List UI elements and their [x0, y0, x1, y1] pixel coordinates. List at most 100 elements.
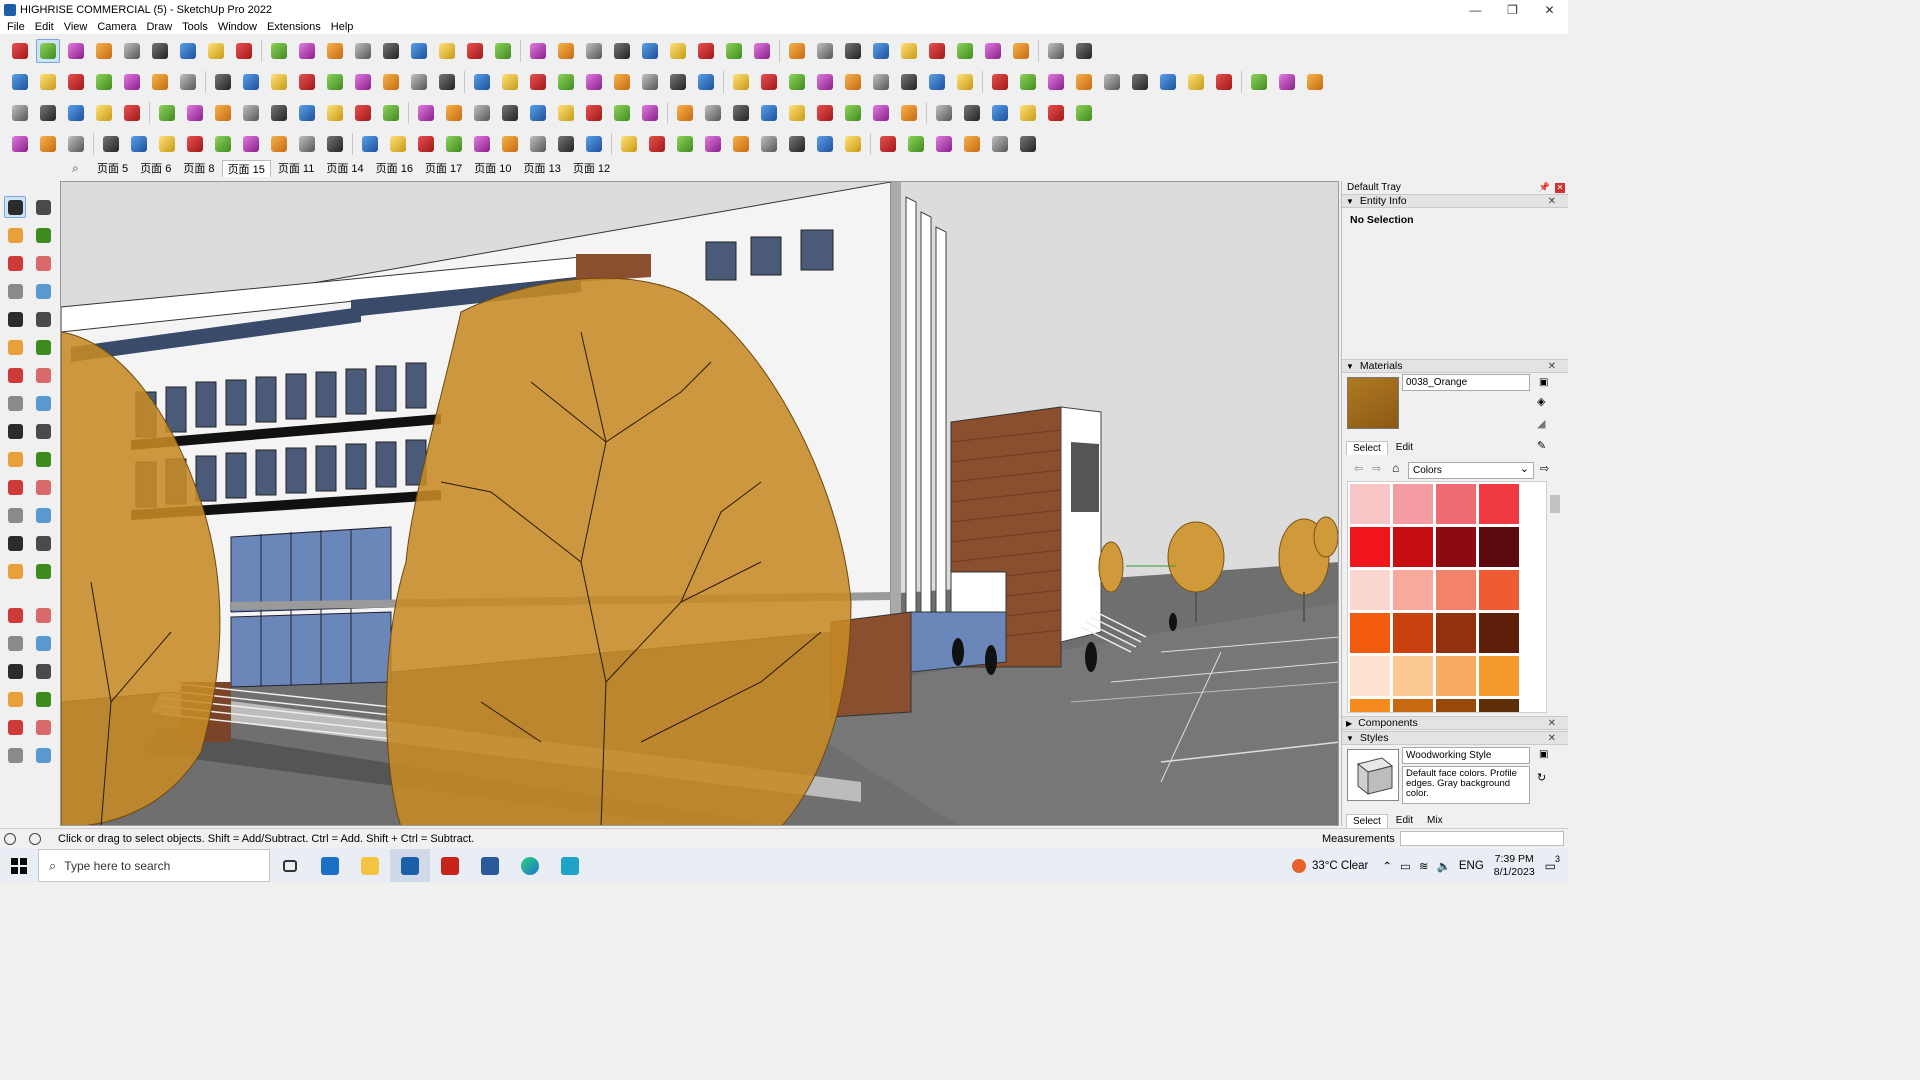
- menu-file[interactable]: File: [2, 21, 30, 33]
- sandbox-icon[interactable]: [491, 39, 515, 63]
- material-swatch[interactable]: [1479, 656, 1519, 696]
- material-swatch[interactable]: [1350, 570, 1390, 610]
- pan-icon[interactable]: [960, 101, 984, 125]
- current-material-swatch[interactable]: [1347, 377, 1399, 429]
- circle-icon[interactable]: [4, 336, 26, 358]
- menu-view[interactable]: View: [59, 21, 93, 33]
- material-swatch[interactable]: [1393, 613, 1433, 653]
- follow-me-icon[interactable]: [32, 420, 54, 442]
- scene-tab[interactable]: 页面 14: [321, 160, 368, 176]
- select-icon[interactable]: [8, 39, 32, 63]
- paint-icon[interactable]: [1009, 39, 1033, 63]
- style-name-field[interactable]: Woodworking Style: [1402, 747, 1530, 764]
- solid-tools-icon[interactable]: [470, 70, 494, 94]
- previous-view-icon[interactable]: [32, 632, 54, 654]
- rotate-icon[interactable]: [204, 39, 228, 63]
- language-indicator[interactable]: ENG: [1459, 860, 1484, 872]
- section-icon[interactable]: [295, 132, 319, 156]
- push-pull-icon[interactable]: [841, 39, 865, 63]
- close-tray-icon[interactable]: ✕: [1555, 182, 1565, 193]
- back-arrow-icon[interactable]: ⇦: [1354, 462, 1363, 475]
- orbit-icon[interactable]: [4, 560, 26, 582]
- tape-icon[interactable]: [99, 132, 123, 156]
- text-icon[interactable]: [127, 132, 151, 156]
- tape-icon[interactable]: [211, 70, 235, 94]
- paint-icon[interactable]: [323, 39, 347, 63]
- solid-tools-icon[interactable]: [526, 39, 550, 63]
- paint-icon[interactable]: [155, 132, 179, 156]
- notification-icon[interactable]: ▭ 3: [1545, 854, 1560, 873]
- forward-arrow-icon[interactable]: ⇨: [1372, 462, 1381, 475]
- line-icon[interactable]: [638, 101, 662, 125]
- view-icon[interactable]: [442, 101, 466, 125]
- text-icon[interactable]: [869, 101, 893, 125]
- zoom-icon[interactable]: [932, 132, 956, 156]
- menu-draw[interactable]: Draw: [141, 21, 177, 33]
- offset-icon[interactable]: [32, 448, 54, 470]
- material-swatch[interactable]: [1479, 527, 1519, 567]
- styles-select-tab[interactable]: Select: [1346, 814, 1388, 828]
- style-description-field[interactable]: Default face colors. Profile edges. Gray…: [1402, 766, 1530, 804]
- material-swatch[interactable]: [1393, 484, 1433, 524]
- paint-icon[interactable]: [211, 101, 235, 125]
- component-icon[interactable]: [470, 132, 494, 156]
- select-icon[interactable]: [4, 196, 26, 218]
- rotate-icon[interactable]: [729, 132, 753, 156]
- sandbox-icon[interactable]: [1016, 132, 1040, 156]
- move-icon[interactable]: [813, 70, 837, 94]
- layer-icon[interactable]: [582, 39, 606, 63]
- scale-icon[interactable]: [4, 448, 26, 470]
- section-icon[interactable]: [463, 39, 487, 63]
- orbit-icon[interactable]: [239, 101, 263, 125]
- scene-tab[interactable]: 页面 10: [469, 160, 516, 176]
- shadow-icon[interactable]: [442, 132, 466, 156]
- paint-icon[interactable]: [897, 101, 921, 125]
- shape-icon[interactable]: [64, 70, 88, 94]
- section-plane-icon[interactable]: [32, 688, 54, 710]
- style-icon[interactable]: [610, 70, 634, 94]
- layer-icon[interactable]: [526, 70, 550, 94]
- entity-info-header[interactable]: ▼ Entity Info ✕: [1342, 194, 1568, 208]
- edge-browser-icon[interactable]: [510, 849, 550, 882]
- component-icon[interactable]: [1275, 70, 1299, 94]
- eraser-icon[interactable]: [722, 39, 746, 63]
- move-icon[interactable]: [120, 70, 144, 94]
- arc-icon[interactable]: [673, 101, 697, 125]
- zoom-icon[interactable]: [988, 101, 1012, 125]
- scene-tab[interactable]: 页面 6: [135, 160, 176, 176]
- pan-icon[interactable]: [211, 132, 235, 156]
- tape-icon[interactable]: [785, 132, 809, 156]
- rotate-icon[interactable]: [841, 70, 865, 94]
- styles-header[interactable]: ▼ Styles ✕: [1342, 731, 1568, 745]
- solid-tools-icon[interactable]: [358, 132, 382, 156]
- line-icon[interactable]: [8, 70, 32, 94]
- rotate-icon[interactable]: [785, 101, 809, 125]
- pan-icon[interactable]: [379, 39, 403, 63]
- text-icon[interactable]: [813, 132, 837, 156]
- push-pull-icon[interactable]: [32, 392, 54, 414]
- model-viewport[interactable]: [60, 181, 1339, 826]
- components-header[interactable]: ▶ Components ✕: [1342, 716, 1568, 730]
- menu-tools[interactable]: Tools: [177, 21, 213, 33]
- orbit-icon[interactable]: [932, 101, 956, 125]
- close-icon[interactable]: ✕: [1548, 361, 1556, 372]
- shaded-icon[interactable]: [4, 744, 26, 766]
- pan-icon[interactable]: [267, 101, 291, 125]
- view-icon[interactable]: [498, 70, 522, 94]
- home-icon[interactable]: ⌂: [1392, 461, 1399, 475]
- shadow-icon[interactable]: [554, 70, 578, 94]
- volume-icon[interactable]: 🔈: [1437, 859, 1451, 873]
- line-icon[interactable]: [694, 70, 718, 94]
- styles-mix-tab[interactable]: Mix: [1421, 814, 1449, 828]
- close-icon[interactable]: ✕: [1548, 196, 1556, 207]
- component-icon[interactable]: [526, 101, 550, 125]
- view-icon[interactable]: [1184, 70, 1208, 94]
- section-icon[interactable]: [407, 70, 431, 94]
- orbit-icon[interactable]: [183, 132, 207, 156]
- text-icon[interactable]: [925, 70, 949, 94]
- component-icon[interactable]: [582, 70, 606, 94]
- move-icon[interactable]: [4, 392, 26, 414]
- push-pull-icon[interactable]: [729, 101, 753, 125]
- arc-icon[interactable]: [617, 132, 641, 156]
- style-icon[interactable]: [666, 39, 690, 63]
